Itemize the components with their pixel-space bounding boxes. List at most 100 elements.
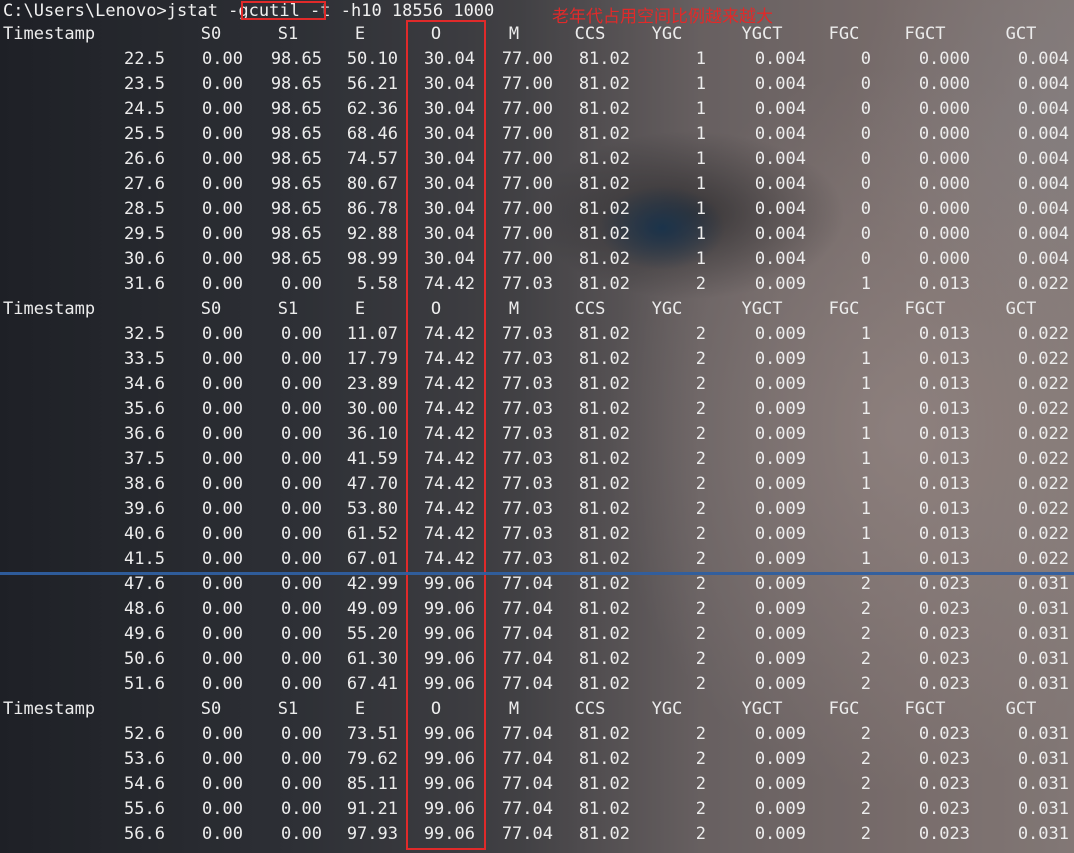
cell-e: 61.52: [346, 524, 398, 544]
cell-fgc: 2: [860, 599, 871, 619]
cell-timestamp: 52.6: [124, 724, 165, 744]
cell-fgc: 1: [860, 274, 871, 294]
cell-gct: 0.004: [1017, 74, 1069, 94]
cell-ccs: 81.02: [578, 224, 630, 244]
header-ygc: YGC: [651, 699, 683, 719]
cell-ygc: 2: [695, 499, 706, 519]
cell-ygc: 2: [695, 724, 706, 744]
cell-timestamp: 36.6: [124, 424, 165, 444]
cell-ygc: 2: [695, 424, 706, 444]
cell-s0: 0.00: [202, 149, 243, 169]
table-row: 28.5 0.00 98.65 86.78 30.04 77.00 81.02 1 0.004 0…: [0, 197, 1074, 222]
header-s0: S0: [200, 24, 222, 44]
cell-gct: 0.004: [1017, 199, 1069, 219]
cell-timestamp: 29.5: [124, 224, 165, 244]
cell-e: 41.59: [346, 449, 398, 469]
cell-ygc: 2: [695, 599, 706, 619]
cell-fgct: 0.000: [918, 199, 970, 219]
cell-e: 80.67: [346, 174, 398, 194]
cell-s1: 0.00: [281, 624, 322, 644]
cell-s0: 0.00: [202, 724, 243, 744]
cell-ygc: 2: [695, 449, 706, 469]
cell-s0: 0.00: [202, 399, 243, 419]
cell-ccs: 81.02: [578, 774, 630, 794]
table-row: 37.5 0.00 0.00 41.59 74.42 77.03 81.02 2 0.009 1 0…: [0, 447, 1074, 472]
cell-s0: 0.00: [202, 749, 243, 769]
cell-gct: 0.022: [1017, 474, 1069, 494]
cell-fgct: 0.013: [918, 474, 970, 494]
header-s1: S1: [277, 699, 299, 719]
cell-e: 73.51: [346, 724, 398, 744]
cell-gct: 0.031: [1017, 599, 1069, 619]
cell-fgc: 1: [860, 499, 871, 519]
cell-e: 23.89: [346, 374, 398, 394]
table-row: 34.6 0.00 0.00 23.89 74.42 77.03 81.02 2 0.009 1 0…: [0, 372, 1074, 397]
cell-ccs: 81.02: [578, 599, 630, 619]
header-e: E: [354, 299, 366, 319]
cell-s0: 0.00: [202, 324, 243, 344]
cell-s0: 0.00: [202, 799, 243, 819]
header-fgct: FGCT: [904, 299, 946, 319]
cell-ccs: 81.02: [578, 574, 630, 594]
cell-timestamp: 51.6: [124, 674, 165, 694]
cell-gct: 0.022: [1017, 349, 1069, 369]
cell-s0: 0.00: [202, 649, 243, 669]
cell-e: 55.20: [346, 624, 398, 644]
cell-ccs: 81.02: [578, 49, 630, 69]
cell-e: 56.21: [346, 74, 398, 94]
cell-ygc: 2: [695, 274, 706, 294]
cell-ccs: 81.02: [578, 499, 630, 519]
cell-timestamp: 31.6: [124, 274, 165, 294]
cell-fgct: 0.000: [918, 174, 970, 194]
header-timestamp: Timestamp: [3, 299, 96, 319]
table-row: 24.5 0.00 98.65 62.36 30.04 77.00 81.02 1 0.004 0…: [0, 97, 1074, 122]
cell-fgct: 0.013: [918, 274, 970, 294]
cell-fgct: 0.013: [918, 499, 970, 519]
cell-ygc: 2: [695, 374, 706, 394]
cell-ygc: 1: [695, 99, 706, 119]
cell-ccs: 81.02: [578, 249, 630, 269]
cell-timestamp: 50.6: [124, 649, 165, 669]
cell-ccs: 81.02: [578, 74, 630, 94]
cell-ccs: 81.02: [578, 524, 630, 544]
cell-e: 97.93: [346, 824, 398, 844]
cell-s1: 0.00: [281, 649, 322, 669]
cell-fgct: 0.000: [918, 99, 970, 119]
cell-gct: 0.022: [1017, 524, 1069, 544]
cell-fgct: 0.000: [918, 149, 970, 169]
cell-gct: 0.031: [1017, 824, 1069, 844]
cell-gct: 0.022: [1017, 549, 1069, 569]
table-row: 48.6 0.00 0.00 49.09 99.06 77.04 81.02 2 0.009 2 0…: [0, 597, 1074, 622]
cell-ygc: 2: [695, 824, 706, 844]
cell-s0: 0.00: [202, 774, 243, 794]
header-fgc: FGC: [828, 699, 860, 719]
cell-gct: 0.031: [1017, 774, 1069, 794]
cell-s1: 98.65: [270, 99, 322, 119]
cell-e: 74.57: [346, 149, 398, 169]
header-fgct: FGCT: [904, 699, 946, 719]
cell-fgc: 1: [860, 324, 871, 344]
cell-timestamp: 56.6: [124, 824, 165, 844]
cell-ccs: 81.02: [578, 649, 630, 669]
cell-ccs: 81.02: [578, 624, 630, 644]
cell-ygc: 2: [695, 749, 706, 769]
cell-ygc: 2: [695, 799, 706, 819]
cell-s0: 0.00: [202, 674, 243, 694]
cell-fgct: 0.000: [918, 49, 970, 69]
cell-e: 98.99: [346, 249, 398, 269]
cell-gct: 0.004: [1017, 249, 1069, 269]
cell-fgc: 0: [860, 49, 871, 69]
table-row: 40.6 0.00 0.00 61.52 74.42 77.03 81.02 2 0.009 1 0…: [0, 522, 1074, 547]
cell-e: 30.00: [346, 399, 398, 419]
cell-fgc: 0: [860, 99, 871, 119]
cell-gct: 0.004: [1017, 224, 1069, 244]
cell-fgct: 0.023: [918, 799, 970, 819]
cell-ygc: 1: [695, 199, 706, 219]
cell-e: 47.70: [346, 474, 398, 494]
cell-ygc: 2: [695, 674, 706, 694]
header-timestamp: Timestamp: [3, 24, 96, 44]
cell-ccs: 81.02: [578, 99, 630, 119]
table-row: 30.6 0.00 98.65 98.99 30.04 77.00 81.02 1 0.004 0…: [0, 247, 1074, 272]
header-gct: GCT: [1005, 299, 1037, 319]
terminal-window[interactable]: C:\Users\Lenovo>jstat -gcutil -t -h10 18…: [0, 0, 1074, 853]
